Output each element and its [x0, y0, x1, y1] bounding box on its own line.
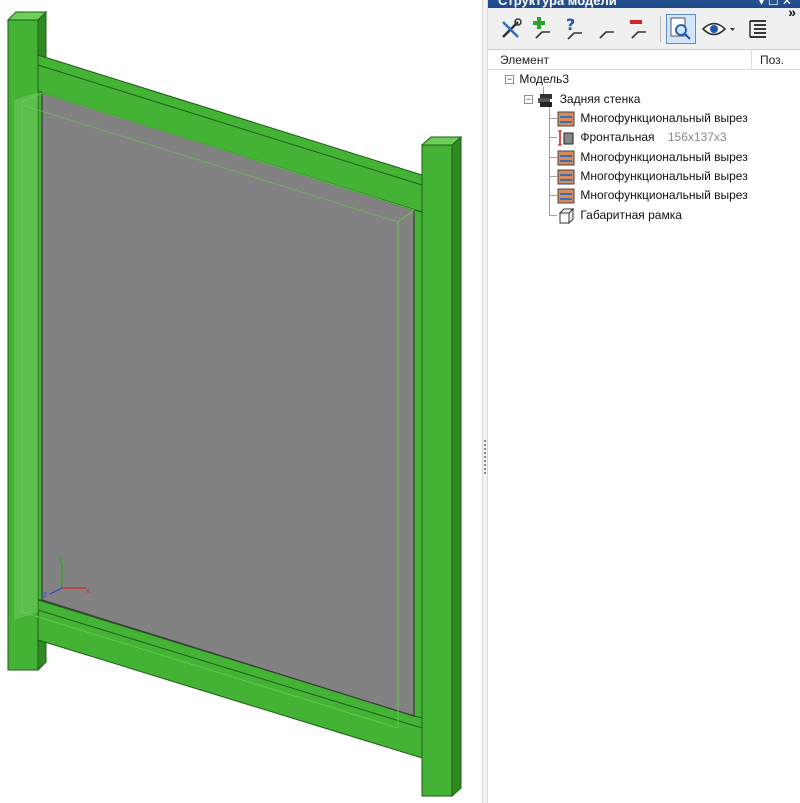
connect-icon [599, 31, 614, 39]
connect-button[interactable] [592, 14, 622, 44]
collapse-toggle[interactable]: − [505, 75, 514, 85]
tree-node-label: Фронтальная [580, 130, 655, 144]
tree-node-label: Многофункциональный вырез [580, 169, 748, 183]
tree-connector [549, 157, 557, 158]
tree-node-label: Многофункциональный вырез [580, 150, 748, 164]
visibility-eye-icon [701, 22, 735, 36]
remove-element-icon [630, 20, 646, 39]
query-element-button[interactable]: ? [560, 14, 590, 44]
tree-node-label: Модель3 [519, 72, 570, 86]
3d-viewport[interactable]: y x z [0, 0, 482, 803]
collapse-toggle[interactable]: − [524, 95, 533, 105]
multi-cut-icon [557, 150, 575, 166]
model-structure-panel: Структура модели ▾ ☐ ✕ ? » Элемент Поз. … [488, 0, 800, 803]
list-view-icon [749, 20, 766, 38]
splitter-grip[interactable] [484, 440, 486, 474]
multi-cut-icon [557, 188, 575, 204]
tree-node-label: Габаритная рамка [580, 208, 682, 222]
query-element-icon: ? [566, 15, 582, 40]
toolbar-separator [660, 16, 661, 42]
axis-x-label: x [86, 586, 90, 595]
right-stile [413, 209, 423, 719]
tree-node-assembly[interactable]: − Задняя стенка [524, 90, 640, 109]
tree-connector [549, 107, 550, 216]
remove-element-button[interactable] [624, 14, 654, 44]
tree-node-child[interactable]: Многофункциональный вырез [557, 167, 748, 186]
right-post-front [421, 144, 453, 797]
panel-title: Структура модели [488, 0, 800, 8]
multi-cut-icon [557, 111, 575, 127]
svg-text:?: ? [566, 15, 575, 34]
left-translucent-strip [14, 92, 38, 620]
tree-node-label: Многофункциональный вырез [580, 111, 748, 125]
axis-z-label: z [43, 590, 47, 599]
tools-icon [502, 18, 522, 38]
tree-connector [549, 176, 557, 177]
tools-button[interactable] [496, 14, 526, 44]
add-element-button[interactable] [528, 14, 558, 44]
multi-cut-icon [557, 169, 575, 185]
tree-node-child[interactable]: Фронтальная 156x137x3 [557, 128, 727, 147]
tree-node-root[interactable]: − Модель3 [505, 70, 569, 89]
tree-connector [549, 118, 557, 119]
tree-connector [549, 137, 557, 138]
tree-connector [549, 215, 557, 216]
frontal-panel-icon [558, 130, 574, 146]
list-view-button[interactable] [744, 14, 774, 44]
tree-column-header: Элемент Поз. [488, 50, 800, 70]
tree-connector [549, 195, 557, 196]
tree-node-child[interactable]: Многофункциональный вырез [557, 148, 748, 167]
tree-node-label: Задняя стенка [559, 92, 641, 106]
structure-toolbar: ? » [488, 4, 800, 50]
model-render: y x z [6, 10, 463, 798]
assembly-icon [538, 93, 553, 107]
tree-node-label: Многофункциональный вырез [580, 188, 748, 202]
right-post-side [451, 135, 462, 798]
bounding-frame-icon [558, 207, 575, 224]
toolbar-overflow-button[interactable]: » [788, 4, 796, 20]
tree-node-child[interactable]: Габаритная рамка [557, 206, 682, 225]
add-element-icon [533, 17, 550, 39]
column-element[interactable]: Элемент [500, 53, 549, 67]
tree-node-child[interactable]: Многофункциональный вырез [557, 186, 748, 205]
axis-y-label: y [59, 554, 63, 563]
panel-title-controls[interactable]: ▾ ☐ ✕ [758, 0, 792, 8]
zoom-to-element-icon [670, 17, 691, 40]
tree-node-child[interactable]: Многофункциональный вырез [557, 109, 748, 128]
zoom-to-element-button[interactable] [666, 14, 696, 44]
visibility-button[interactable] [700, 14, 738, 44]
tree-node-dimensions: 156x137x3 [667, 130, 727, 144]
column-position[interactable]: Поз. [751, 50, 800, 70]
